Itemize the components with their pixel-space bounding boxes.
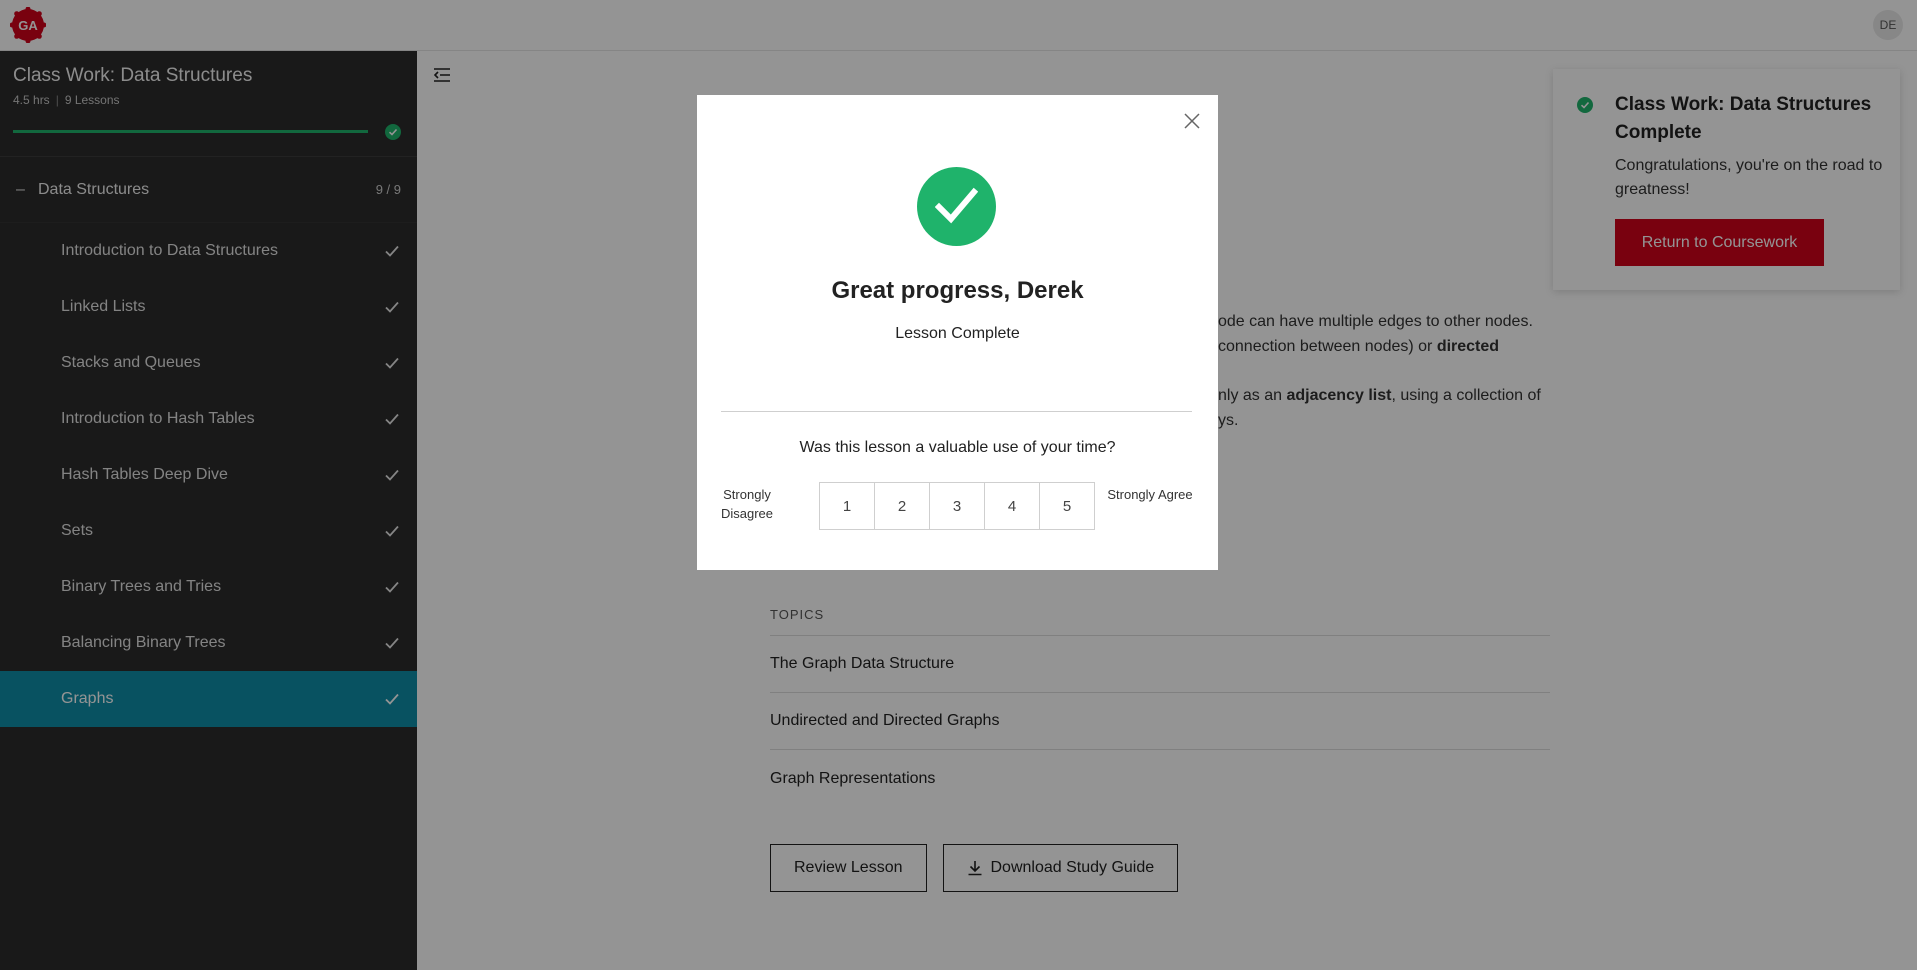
lesson-complete-modal: Great progress, Derek Lesson Complete Wa…	[697, 95, 1218, 570]
scale-label-disagree: Strongly Disagree	[720, 487, 774, 521]
rating-option-5[interactable]: 5	[1039, 482, 1095, 530]
rating-scale: 1 2 3 4 5	[819, 482, 1095, 530]
success-check-icon	[917, 167, 996, 246]
close-icon[interactable]	[1184, 113, 1200, 129]
modal-title: Great progress, Derek	[831, 277, 1084, 304]
rating-option-2[interactable]: 2	[874, 482, 930, 530]
rating-option-3[interactable]: 3	[929, 482, 985, 530]
scale-label-agree: Strongly Agree	[1107, 487, 1193, 502]
divider	[721, 411, 1192, 412]
feedback-question: Was this lesson a valuable use of your t…	[799, 439, 1116, 456]
rating-option-1[interactable]: 1	[819, 482, 875, 530]
modal-subtitle: Lesson Complete	[895, 325, 1020, 342]
rating-option-4[interactable]: 4	[984, 482, 1040, 530]
